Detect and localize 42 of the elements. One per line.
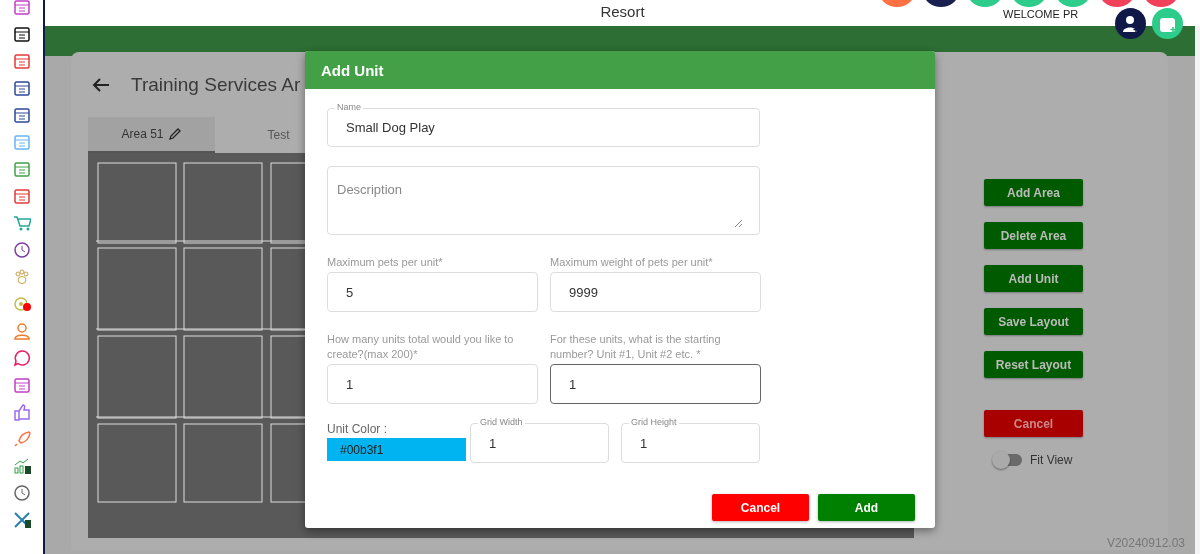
field-label: Grid Width <box>478 417 525 427</box>
clock-icon[interactable] <box>12 241 31 259</box>
action-button[interactable]: Delete Area <box>984 222 1083 249</box>
field-label: Grid Height <box>629 417 679 427</box>
number-field[interactable]: 1 <box>327 364 538 404</box>
cancel-button[interactable]: Cancel <box>984 410 1083 437</box>
resize-grip-icon[interactable] <box>734 219 742 227</box>
action-button[interactable]: Save Layout <box>984 308 1083 335</box>
cancel-button[interactable]: Cancel <box>712 494 809 521</box>
fit-view-label: Fit View <box>1030 453 1073 467</box>
field-label: Maximum weight of pets per unit* <box>550 255 714 270</box>
field-label: How many units total would you like to create?(max 200)* <box>327 332 515 362</box>
add-calendar-icon[interactable] <box>1152 8 1183 39</box>
number-field[interactable]: 1 <box>550 364 761 404</box>
page-title: Training Services Ar <box>131 73 301 96</box>
chat-icon[interactable] <box>12 349 31 367</box>
field-label: For these units, what is the starting number? Unit #1, Unit #2 etc. * <box>550 332 722 362</box>
add-person-icon[interactable] <box>1115 8 1146 39</box>
action-button[interactable]: Add Unit <box>984 265 1083 292</box>
description-field[interactable]: Description <box>327 166 760 235</box>
number-field[interactable]: 5 <box>327 272 538 312</box>
action-button[interactable]: Add Area <box>984 179 1083 206</box>
action-button[interactable]: Reset Layout <box>984 351 1083 378</box>
number-field[interactable]: 9999 <box>550 272 761 312</box>
cart-icon[interactable] <box>12 214 31 232</box>
dialog-title: Add Unit <box>305 51 935 89</box>
color-picker[interactable]: #00b3f1 <box>327 438 466 461</box>
thumbs-up-icon[interactable] <box>12 403 31 421</box>
field-label: Maximum pets per unit* <box>327 255 444 270</box>
clock-icon[interactable] <box>12 484 31 502</box>
add-button[interactable]: Add <box>818 494 915 521</box>
fit-view-switch[interactable] <box>994 454 1022 466</box>
area-tab[interactable]: Area 51 <box>88 117 215 153</box>
welcome-text: WELCOME PR <box>1003 8 1079 20</box>
unit-color-label: Unit Color : <box>327 422 389 436</box>
chart-icon[interactable] <box>12 457 31 475</box>
pencil-icon[interactable] <box>167 127 182 141</box>
page-header-title: Resort <box>600 3 645 22</box>
person-icon[interactable] <box>12 322 31 340</box>
field-label: Name <box>335 102 363 112</box>
badge-icon[interactable] <box>12 295 31 313</box>
paw-icon[interactable] <box>12 268 31 286</box>
